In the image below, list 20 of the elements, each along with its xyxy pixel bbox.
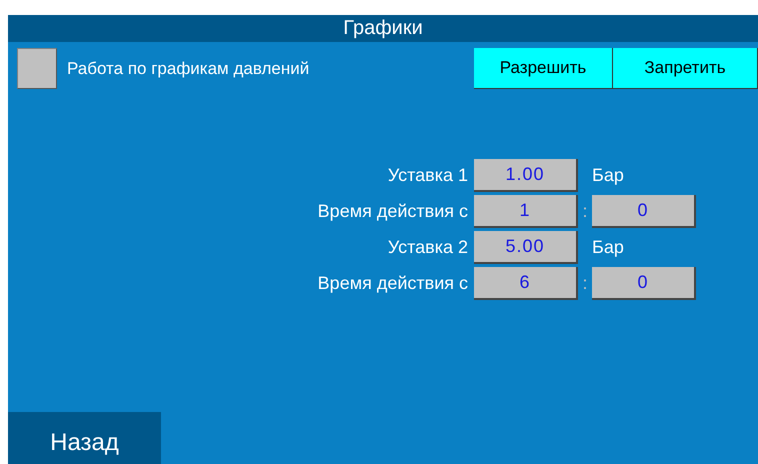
command-button[interactable]: Запретить [613,48,758,89]
value-field[interactable]: 5.00 [474,231,578,264]
value-field[interactable]: 1.00 [474,159,578,192]
minutes-field[interactable]: 0 [592,267,696,300]
minutes-field[interactable]: 0 [592,195,696,228]
field-label: Уставка 1 [386,164,469,187]
unit-label: Бар [591,164,625,187]
time-separator: : [581,200,588,223]
window-title: Графики [8,15,758,42]
checkbox[interactable] [17,48,57,89]
back-button[interactable]: Назад [8,412,161,464]
field-label: Уставка 2 [386,236,469,259]
unit-label: Бар [591,236,625,259]
command-button[interactable]: Разрешить [474,48,613,89]
hours-field[interactable]: 6 [474,267,578,300]
time-separator: : [581,272,588,295]
checkbox-label: Работа по графикам давлений [67,58,310,80]
hours-field[interactable]: 1 [474,195,578,228]
field-label: Время действия с [316,272,469,295]
field-label: Время действия с [316,200,469,223]
